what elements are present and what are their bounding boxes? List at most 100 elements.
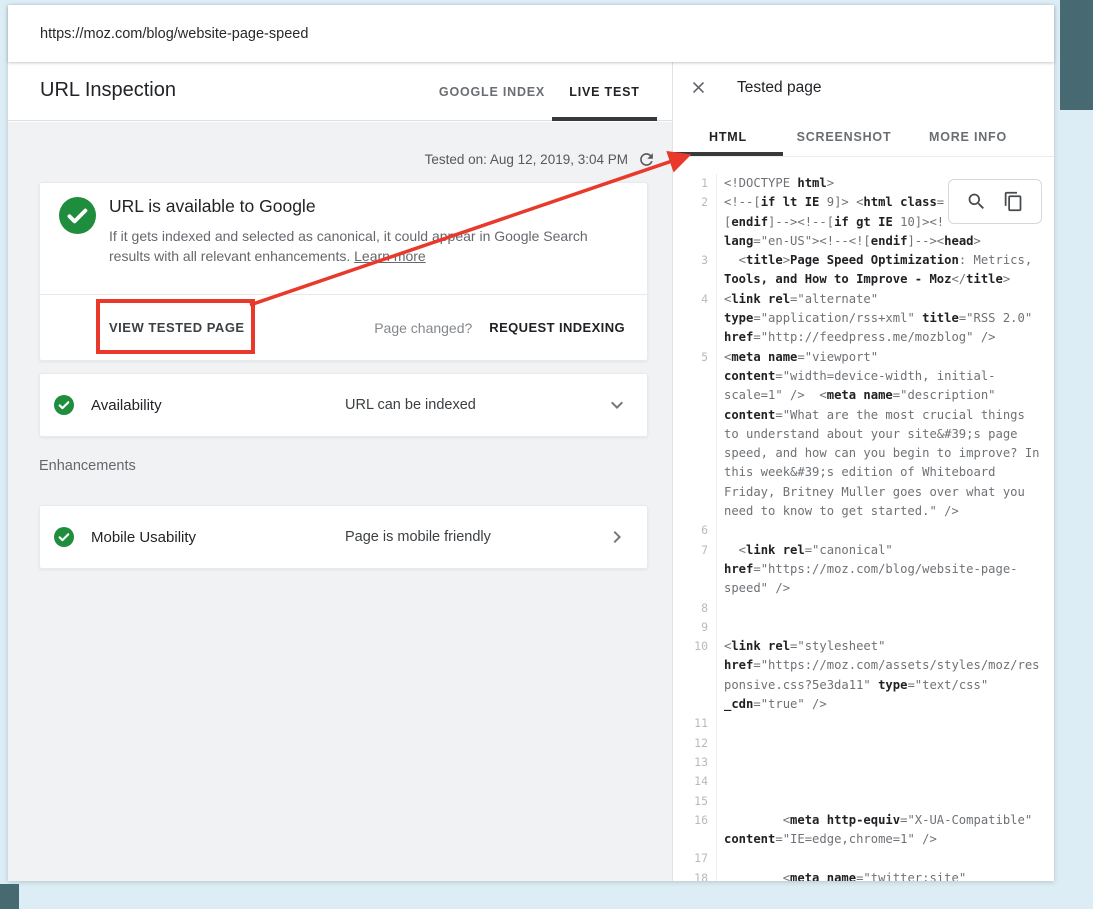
tab-label: SCREENSHOT <box>797 130 892 144</box>
code-rows: 1<!DOCTYPE html>2<!--[if lt IE 9]> <html… <box>673 174 1054 881</box>
code-row: 14 <box>673 772 1054 791</box>
refresh-icon[interactable] <box>637 150 656 169</box>
code-row: 11 <box>673 714 1054 733</box>
code-text: Tools, and How to Improve - Moz</title> <box>717 270 1010 289</box>
tab-live-test[interactable]: LIVE TEST <box>552 62 657 121</box>
code-text: ponsive.css?5e3da11" type="text/css" <box>717 676 988 695</box>
tab-screenshot[interactable]: SCREENSHOT <box>783 117 905 156</box>
line-number <box>673 444 717 463</box>
line-number: 11 <box>673 714 717 733</box>
line-number <box>673 483 717 502</box>
code-text <box>717 521 724 540</box>
panel-title: Tested page <box>737 79 821 97</box>
code-text: this week&#39;s edition of Whiteboard <box>717 463 996 482</box>
code-row: content="width=device-width, initial- <box>673 367 1054 386</box>
code-text: content="What are the most crucial thing… <box>717 406 1025 425</box>
line-number: 4 <box>673 290 717 309</box>
code-row: 8 <box>673 599 1054 618</box>
code-text <box>717 599 724 618</box>
code-row: ponsive.css?5e3da11" type="text/css" <box>673 676 1054 695</box>
code-text: <title>Page Speed Optimization: Metrics, <box>717 251 1032 270</box>
copy-icon[interactable] <box>1003 191 1024 212</box>
code-row: Friday, Britney Muller goes over what yo… <box>673 483 1054 502</box>
code-text: type="application/rss+xml" title="RSS 2.… <box>717 309 1032 328</box>
line-number: 2 <box>673 193 717 212</box>
code-text: _cdn="true" /> <box>717 695 827 714</box>
result-description-line1: If it gets indexed and selected as canon… <box>109 228 588 244</box>
code-text: scale=1" /> <meta name="description" <box>717 386 996 405</box>
code-row: type="application/rss+xml" title="RSS 2.… <box>673 309 1054 328</box>
line-number: 14 <box>673 772 717 791</box>
line-number <box>673 328 717 347</box>
chevron-down-icon[interactable] <box>605 393 629 417</box>
line-number <box>673 579 717 598</box>
line-number <box>673 676 717 695</box>
code-text: <meta name="twitter:site" <box>717 869 966 881</box>
line-number <box>673 560 717 579</box>
code-text: href="http://feedpress.me/mozblog" /> <box>717 328 996 347</box>
line-number: 1 <box>673 174 717 193</box>
code-row: need to know to get started." /> <box>673 502 1054 521</box>
code-text <box>717 753 724 772</box>
tab-html[interactable]: HTML <box>673 117 783 156</box>
line-number <box>673 463 717 482</box>
result-card-footer: VIEW TESTED PAGE Page changed? REQUEST I… <box>40 294 647 360</box>
chevron-right-icon[interactable] <box>605 525 629 549</box>
html-code-view[interactable]: 1<!DOCTYPE html>2<!--[if lt IE 9]> <html… <box>673 174 1054 881</box>
code-text: <!--[if lt IE 9]> <html class= <box>717 193 944 212</box>
decor-top-right <box>1060 0 1093 110</box>
view-tested-page-button[interactable]: VIEW TESTED PAGE <box>109 320 245 335</box>
tab-google-index[interactable]: GOOGLE INDEX <box>432 62 552 121</box>
code-toolbar <box>948 179 1042 224</box>
availability-card[interactable]: Availability URL can be indexed <box>39 373 648 437</box>
line-number <box>673 232 717 251</box>
line-number <box>673 309 717 328</box>
tested-page-header: Tested page <box>673 62 1054 117</box>
code-row: 18 <meta name="twitter:site" <box>673 869 1054 881</box>
line-number: 7 <box>673 541 717 560</box>
code-row: 16 <meta http-equiv="X-UA-Compatible" <box>673 811 1054 830</box>
code-text: need to know to get started." /> <box>717 502 959 521</box>
check-circle-icon <box>54 395 74 415</box>
code-row: 3 <title>Page Speed Optimization: Metric… <box>673 251 1054 270</box>
code-text: lang="en-US"><!--<![endif]--><head> <box>717 232 981 251</box>
tab-label: MORE INFO <box>929 130 1007 144</box>
code-text <box>717 792 724 811</box>
code-text: speed, and how can you begin to improve?… <box>717 444 1040 463</box>
mobile-usability-card[interactable]: Mobile Usability Page is mobile friendly <box>39 505 648 569</box>
code-row: speed" /> <box>673 579 1054 598</box>
request-indexing-button[interactable]: REQUEST INDEXING <box>489 320 625 335</box>
tab-more-info[interactable]: MORE INFO <box>905 117 1031 156</box>
code-text: content="width=device-width, initial- <box>717 367 996 386</box>
close-icon[interactable] <box>689 78 708 97</box>
page-title: URL Inspection <box>40 79 176 102</box>
learn-more-link[interactable]: Learn more <box>354 248 426 264</box>
inspection-header: URL Inspection GOOGLE INDEXLIVE TEST <box>8 62 672 121</box>
code-row: 12 <box>673 734 1054 753</box>
inspected-url: https://moz.com/blog/website-page-speed <box>40 26 308 42</box>
code-text: href="https://moz.com/assets/styles/moz/… <box>717 656 1040 675</box>
code-row: lang="en-US"><!--<![endif]--><head> <box>673 232 1054 251</box>
url-bar[interactable]: https://moz.com/blog/website-page-speed <box>8 5 1054 62</box>
enhancements-label: Enhancements <box>39 458 136 474</box>
result-title: URL is available to Google <box>109 196 316 217</box>
code-text: href="https://moz.com/blog/website-page- <box>717 560 1018 579</box>
code-row: 5<meta name="viewport" <box>673 348 1054 367</box>
line-number <box>673 695 717 714</box>
code-row: 9 <box>673 618 1054 637</box>
check-circle-icon <box>54 527 74 547</box>
code-row: href="https://moz.com/blog/website-page- <box>673 560 1054 579</box>
decor-bottom-left <box>0 884 19 909</box>
search-icon[interactable] <box>966 191 987 212</box>
code-text: <!DOCTYPE html> <box>717 174 834 193</box>
code-row: _cdn="true" /> <box>673 695 1054 714</box>
code-row: 10<link rel="stylesheet" <box>673 637 1054 656</box>
line-number <box>673 270 717 289</box>
mobile-usability-label: Mobile Usability <box>91 529 196 546</box>
line-number <box>673 213 717 232</box>
code-text <box>717 849 724 868</box>
code-row: content="What are the most crucial thing… <box>673 406 1054 425</box>
code-row: speed, and how can you begin to improve?… <box>673 444 1054 463</box>
page-canvas: https://moz.com/blog/website-page-speed … <box>0 0 1093 909</box>
code-row: 7 <link rel="canonical" <box>673 541 1054 560</box>
